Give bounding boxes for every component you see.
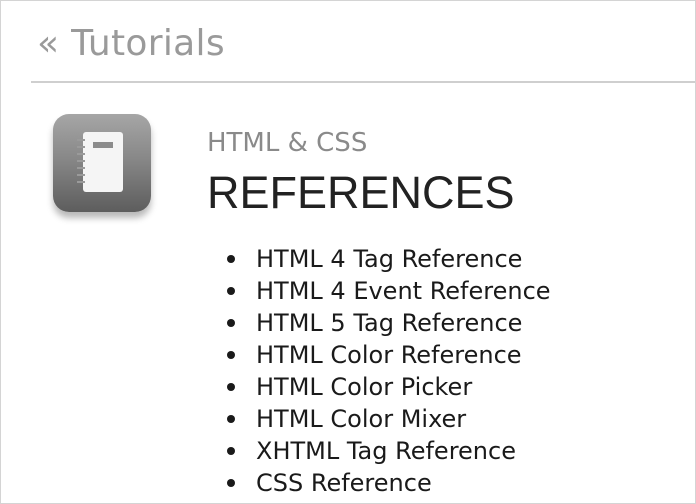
reference-link-html5-tag[interactable]: HTML 5 Tag Reference — [256, 309, 522, 337]
notebook-icon — [53, 114, 151, 212]
reference-link-css[interactable]: CSS Reference — [256, 469, 432, 497]
back-to-tutorials-link[interactable]: « Tutorials — [37, 17, 225, 71]
reference-link-html4-tag[interactable]: HTML 4 Tag Reference — [256, 245, 522, 273]
reference-link-html-color[interactable]: HTML Color Reference — [256, 341, 522, 369]
section-title: REFERENCES — [207, 167, 515, 218]
list-item: HTML Color Picker — [227, 371, 551, 403]
section-subtitle: HTML & CSS — [207, 128, 368, 158]
list-item: HTML 5 Tag Reference — [227, 307, 551, 339]
bullet-icon — [227, 415, 235, 423]
bullet-icon — [227, 319, 235, 327]
bullet-icon — [227, 287, 235, 295]
bullet-icon — [227, 447, 235, 455]
list-item: HTML Color Mixer — [227, 403, 551, 435]
tutorials-panel: « Tutorials HTML & CSS REFERENCES HTML 4 — [0, 0, 696, 504]
list-item: XHTML Tag Reference — [227, 435, 551, 467]
list-item: HTML Color Reference — [227, 339, 551, 371]
bullet-icon — [227, 383, 235, 391]
reference-list: HTML 4 Tag Reference HTML 4 Event Refere… — [227, 243, 551, 499]
list-item: HTML 4 Event Reference — [227, 275, 551, 307]
list-item: HTML 4 Tag Reference — [227, 243, 551, 275]
bullet-icon — [227, 351, 235, 359]
reference-link-html4-event[interactable]: HTML 4 Event Reference — [256, 277, 551, 305]
reference-link-color-picker[interactable]: HTML Color Picker — [256, 373, 472, 401]
list-item: CSS Reference — [227, 467, 551, 499]
reference-link-xhtml-tag[interactable]: XHTML Tag Reference — [256, 437, 516, 465]
bullet-icon — [227, 479, 235, 487]
reference-link-color-mixer[interactable]: HTML Color Mixer — [256, 405, 466, 433]
bullet-icon — [227, 255, 235, 263]
header-divider — [31, 81, 695, 83]
